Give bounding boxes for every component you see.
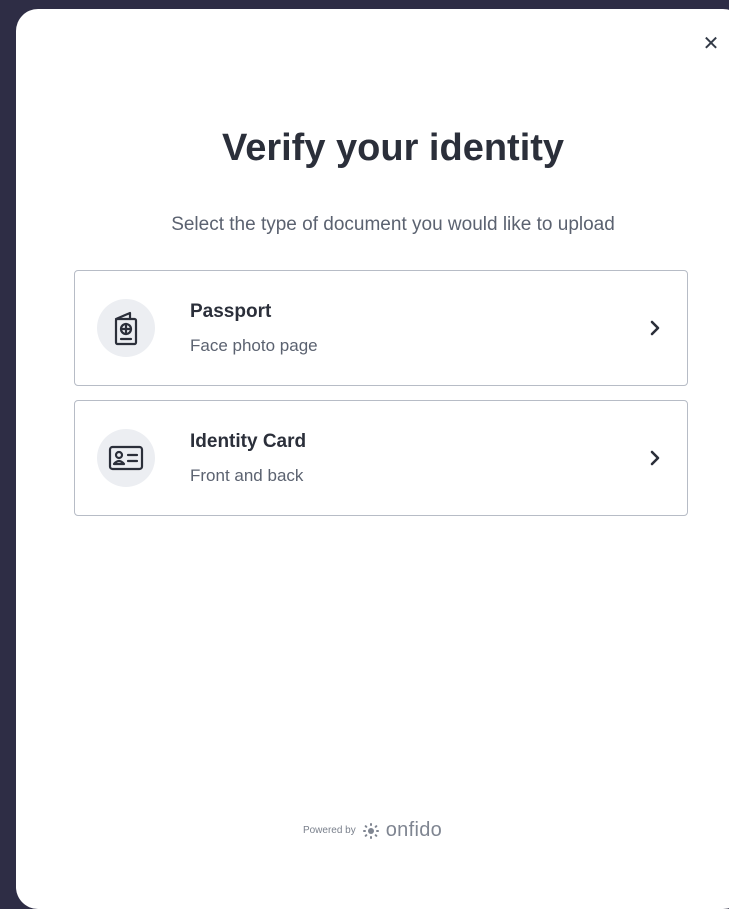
- identity-card-subtitle: Front and back: [190, 466, 304, 485]
- passport-icon-wrapper: [97, 299, 155, 357]
- id-card-icon-wrapper: [97, 429, 155, 487]
- powered-by-footer: Powered by onfido: [16, 819, 729, 842]
- id-card-icon: [108, 445, 144, 471]
- passport-subtitle: Face photo page: [190, 336, 318, 355]
- page-title: Verify your identity: [221, 127, 565, 169]
- onfido-brand[interactable]: onfido: [386, 819, 442, 842]
- chevron-right-icon: [645, 446, 665, 470]
- identity-card-option[interactable]: Identity Card Front and back: [74, 400, 688, 516]
- close-icon: ✕: [702, 33, 720, 55]
- identity-card-title: Identity Card: [190, 431, 307, 452]
- passport-option[interactable]: Passport Face photo page: [74, 270, 688, 386]
- close-button[interactable]: ✕: [700, 33, 722, 55]
- verification-modal: ✕ Verify your identity Select the type o…: [16, 9, 729, 909]
- chevron-right-icon: [645, 316, 665, 340]
- passport-title: Passport: [190, 301, 272, 322]
- onfido-logo-icon: [362, 822, 379, 839]
- page-subtitle: Select the type of document you would li…: [171, 214, 615, 235]
- passport-icon: [114, 311, 138, 346]
- powered-by-label: Powered by: [302, 825, 356, 836]
